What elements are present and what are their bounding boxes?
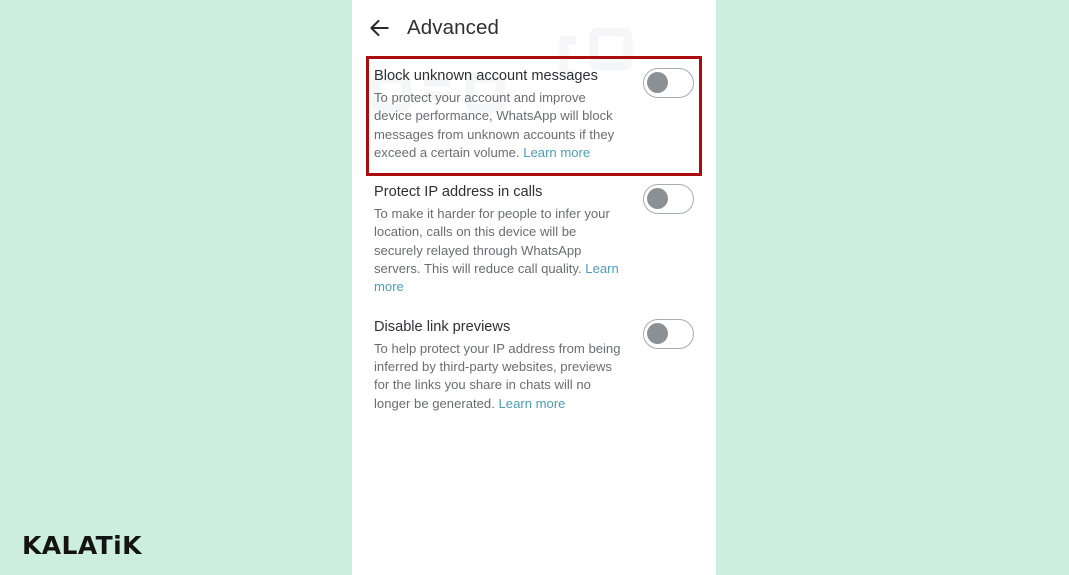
setting-title: Disable link previews	[374, 318, 511, 335]
toggle-disable-link-previews[interactable]	[643, 318, 694, 349]
toggle-protect-ip-address-in-calls[interactable]	[643, 184, 694, 215]
learn-more-link[interactable]: Learn more	[523, 145, 590, 160]
setting-title: Protect IP address in calls	[374, 184, 543, 201]
setting-description: To help protect your IP address from bei…	[374, 340, 624, 413]
setting-description: To make it harder for people to infer yo…	[374, 205, 624, 296]
setting-row-protect-ip-address-in-calls[interactable]: Protect IP address in calls To make it h…	[352, 172, 716, 306]
app-bar: Advanced	[352, 0, 716, 56]
phone-screen-panel: Advanced Block unknown account messages …	[352, 0, 716, 575]
setting-text-group: Disable link previews To help protect yo…	[374, 317, 643, 413]
toggle-block-unknown-account-messages[interactable]	[643, 68, 694, 98]
toggle-knob	[647, 72, 668, 93]
setting-row-block-unknown-account-messages[interactable]: Block unknown account messages To protec…	[352, 56, 716, 172]
setting-description: To protect your account and improve devi…	[374, 89, 624, 162]
setting-description-text: To help protect your IP address from bei…	[374, 340, 621, 411]
setting-text-group: Protect IP address in calls To make it h…	[374, 182, 643, 296]
toggle-knob	[647, 322, 668, 344]
toggle-knob	[647, 188, 668, 210]
setting-text-group: Block unknown account messages To protec…	[374, 66, 643, 162]
brand-logo: KALATiK	[22, 531, 142, 560]
learn-more-link[interactable]: Learn more	[499, 396, 566, 411]
arrow-left-icon[interactable]	[366, 15, 392, 41]
settings-list: Block unknown account messages To protec…	[352, 56, 716, 423]
setting-row-disable-link-previews[interactable]: Disable link previews To help protect yo…	[352, 307, 716, 423]
setting-description-text: To make it harder for people to infer yo…	[374, 206, 610, 277]
page-title: Advanced	[407, 16, 499, 39]
setting-title: Block unknown account messages	[374, 68, 598, 84]
